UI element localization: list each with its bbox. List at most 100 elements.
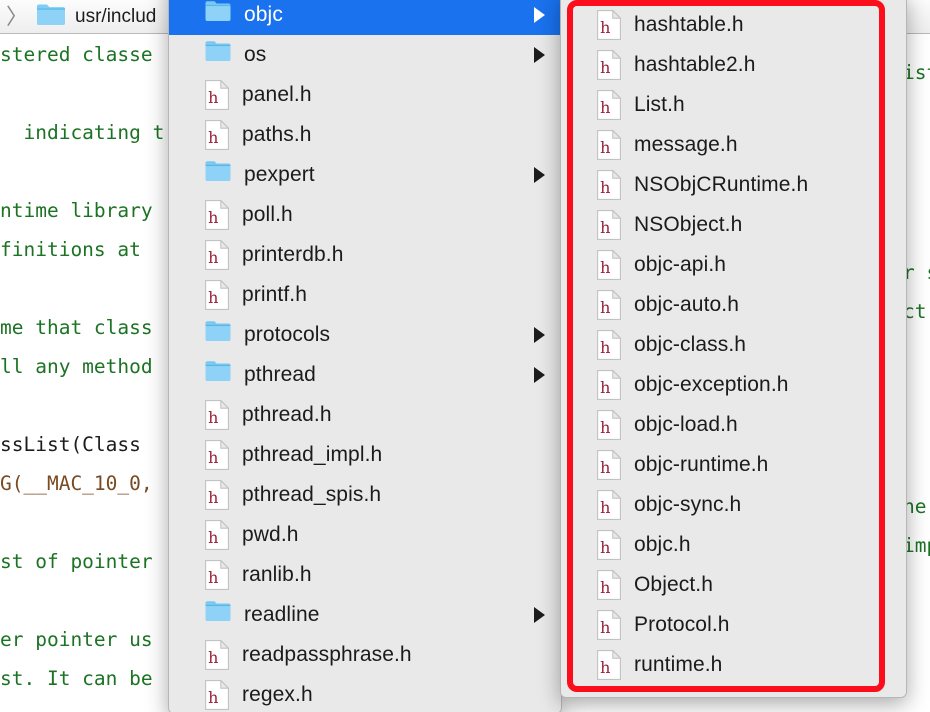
menu-item-label: hashtable2.h (634, 53, 756, 76)
menu-item-label: objc-class.h (634, 333, 747, 356)
svg-text:h: h (600, 338, 610, 357)
menu-item[interactable]: h poll.h (169, 195, 561, 235)
menu-item[interactable]: h ranlib.h (169, 555, 561, 595)
menu-item-label: pexpert (244, 163, 315, 186)
svg-text:h: h (208, 208, 218, 227)
menu-item[interactable]: h pwd.h (169, 515, 561, 555)
menu-item-label: poll.h (242, 203, 293, 226)
folder-icon (205, 0, 231, 30)
menu-item-label: pthread.h (242, 403, 332, 426)
menu-item-label: printerdb.h (242, 243, 344, 266)
svg-text:h: h (600, 18, 610, 37)
header-file-icon: h (597, 50, 621, 80)
menu-item[interactable]: h pthread.h (169, 395, 561, 435)
header-file-icon: h (597, 10, 621, 40)
menu-item[interactable]: h regex.h (169, 675, 561, 712)
svg-text:h: h (208, 408, 218, 427)
menu-item-label: Protocol.h (634, 613, 730, 636)
menu-item[interactable]: h readpassphrase.h (169, 635, 561, 675)
menu-item-label: regex.h (242, 683, 313, 706)
menu-item[interactable]: h printf.h (169, 275, 561, 315)
header-file-icon: h (597, 610, 621, 640)
menu-item-label: protocols (244, 323, 331, 346)
menu-item[interactable]: protocols (169, 315, 561, 355)
svg-text:h: h (600, 658, 610, 677)
code-right-sliver: istr sct:heimp (903, 35, 930, 712)
menu-item-label: Object.h (634, 573, 714, 596)
svg-text:h: h (208, 248, 218, 267)
menu-item[interactable]: h NSObjCRuntime.h (561, 165, 906, 205)
menu-item-label: pthread (244, 363, 316, 386)
header-file-icon: h (205, 680, 229, 710)
header-file-icon: h (205, 80, 229, 110)
menu-item[interactable]: os (169, 35, 561, 75)
menu-item-label: List.h (634, 93, 685, 116)
svg-text:h: h (208, 288, 218, 307)
code-line-text: G(__MAC_10_0, (0, 472, 153, 495)
folder-icon (205, 600, 231, 630)
menu-item[interactable]: h objc-api.h (561, 245, 906, 285)
menu-item[interactable]: readline (169, 595, 561, 635)
svg-text:h: h (600, 98, 610, 117)
header-file-icon: h (597, 450, 621, 480)
header-file-icon: h (597, 530, 621, 560)
code-line-text: ntime library (0, 199, 153, 222)
menu-item-label: paths.h (242, 123, 312, 146)
submenu-arrow-icon (534, 47, 545, 63)
submenu-arrow-icon (534, 7, 545, 23)
svg-text:h: h (208, 688, 218, 707)
menu-item[interactable]: h runtime.h (561, 645, 906, 685)
svg-text:h: h (208, 648, 218, 667)
menu-item-label: NSObjCRuntime.h (634, 173, 809, 196)
menu-item-label: objc-sync.h (634, 493, 742, 516)
menu-item[interactable]: h objc-exception.h (561, 365, 906, 405)
menu-item[interactable]: h paths.h (169, 115, 561, 155)
submenu-arrow-icon (534, 167, 545, 183)
menu-item[interactable]: h objc-runtime.h (561, 445, 906, 485)
menu-item[interactable]: h objc.h (561, 525, 906, 565)
header-file-icon: h (597, 490, 621, 520)
menu-item[interactable]: h hashtable2.h (561, 45, 906, 85)
menu-item[interactable]: h objc-load.h (561, 405, 906, 445)
menu-item[interactable]: h printerdb.h (169, 235, 561, 275)
menu-item[interactable]: h NSObject.h (561, 205, 906, 245)
svg-text:h: h (208, 448, 218, 467)
menu-item[interactable]: h message.h (561, 125, 906, 165)
menu-item[interactable]: h objc-auto.h (561, 285, 906, 325)
svg-text:h: h (600, 498, 610, 517)
svg-text:h: h (600, 58, 610, 77)
svg-text:h: h (208, 88, 218, 107)
menu-item[interactable]: pexpert (169, 155, 561, 195)
header-file-icon: h (597, 290, 621, 320)
objc-submenu[interactable]: h hashtable.h h hashtable2.h h List.h h message… (560, 0, 907, 698)
menu-item-label: readpassphrase.h (242, 643, 412, 666)
header-file-icon: h (205, 120, 229, 150)
menu-item-label: hashtable.h (634, 13, 744, 36)
code-fragment-text: imp (903, 534, 930, 557)
submenu-arrow-icon (534, 327, 545, 343)
header-file-icon: h (205, 280, 229, 310)
svg-text:h: h (600, 618, 610, 637)
menu-item[interactable]: h Object.h (561, 565, 906, 605)
menu-item[interactable]: h Protocol.h (561, 605, 906, 645)
menu-item[interactable]: objc (169, 0, 561, 35)
menu-item[interactable]: pthread (169, 355, 561, 395)
svg-text:h: h (600, 578, 610, 597)
menu-item[interactable]: h objc-class.h (561, 325, 906, 365)
menu-item[interactable]: h pthread_spis.h (169, 475, 561, 515)
header-file-icon: h (597, 130, 621, 160)
menu-item-label: pthread_spis.h (242, 483, 382, 506)
header-file-icon: h (597, 250, 621, 280)
submenu-arrow-icon (534, 367, 545, 383)
menu-item[interactable]: h List.h (561, 85, 906, 125)
menu-item[interactable]: h panel.h (169, 75, 561, 115)
menu-item-label: objc-api.h (634, 253, 727, 276)
code-line-text: me that class (0, 316, 153, 339)
submenu-arrow-icon (534, 607, 545, 623)
menu-item[interactable]: h pthread_impl.h (169, 435, 561, 475)
code-fragment: ist (903, 53, 930, 92)
directory-menu[interactable]: h objc os h panel.h h paths.h pexpert h poll.h h pr… (168, 0, 562, 712)
svg-text:h: h (600, 258, 610, 277)
menu-item[interactable]: h objc-sync.h (561, 485, 906, 525)
menu-item[interactable]: h hashtable.h (561, 5, 906, 45)
